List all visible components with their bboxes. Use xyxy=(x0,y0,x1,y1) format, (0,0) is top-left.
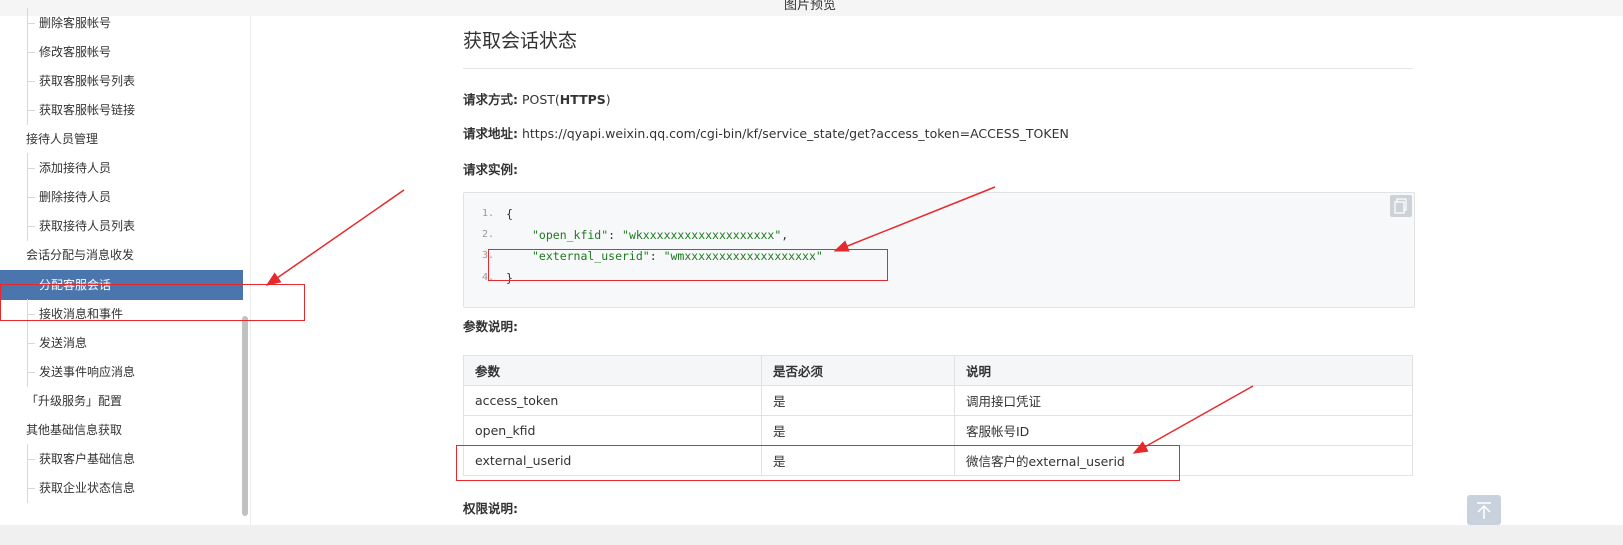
code-line-number: 1. xyxy=(482,208,495,219)
bottom-bar xyxy=(0,525,1623,545)
code-end: , xyxy=(781,228,789,242)
params-label-text: 参数说明: xyxy=(463,319,518,334)
sidebar-group-upgrade-service[interactable]: 「升级服务」配置 xyxy=(26,386,122,416)
request-method-close: ) xyxy=(605,92,611,107)
table-row: external_userid 是 微信客户的external_userid xyxy=(463,445,1413,476)
sidebar-item-list-kf-accounts[interactable]: 获取客服帐号列表 xyxy=(26,66,135,96)
sidebar-group-session-messaging[interactable]: 会话分配与消息收发 xyxy=(26,240,134,270)
request-method-https: HTTPS xyxy=(559,92,606,107)
table-cell: 是 xyxy=(761,385,955,416)
code-line-number: 2. xyxy=(482,229,495,240)
window-titlebar: 图片预览 xyxy=(0,0,1623,16)
sidebar-group-servicer-mgmt[interactable]: 接待人员管理 xyxy=(26,124,98,154)
table-row: access_token 是 调用接口凭证 xyxy=(463,385,1413,416)
params-label: 参数说明: xyxy=(463,316,518,335)
table-row: open_kfid 是 客服帐号ID xyxy=(463,415,1413,446)
table-header: 是否必须 xyxy=(761,355,955,386)
request-method: 请求方式: POST(HTTPS) xyxy=(463,89,611,108)
sidebar-item-update-kf-account[interactable]: 修改客服帐号 xyxy=(26,37,111,67)
code-block: 1. { 2. "open_kfid": "wkxxxxxxxxxxxxxxxx… xyxy=(463,192,1415,308)
request-example-label-text: 请求实例: xyxy=(463,162,518,177)
code-value: "wkxxxxxxxxxxxxxxxxxxx" xyxy=(622,228,782,242)
sidebar-item-corp-status[interactable]: 获取企业状态信息 xyxy=(26,473,135,503)
sidebar-scrollbar[interactable] xyxy=(242,316,248,516)
code-line: "external_userid": "wmxxxxxxxxxxxxxxxxxx… xyxy=(532,249,823,263)
code-line: "open_kfid": "wkxxxxxxxxxxxxxxxxxxx", xyxy=(532,228,788,242)
copy-icon[interactable] xyxy=(1390,195,1412,217)
table-cell: 客服帐号ID xyxy=(954,415,1413,446)
permission-label-text: 权限说明: xyxy=(463,501,518,516)
code-line: { xyxy=(506,207,513,221)
arrow-up-icon[interactable] xyxy=(1467,495,1501,525)
sidebar-item-send-event-response[interactable]: 发送事件响应消息 xyxy=(26,357,135,387)
annotation-arrow xyxy=(265,189,405,286)
request-method-label: 请求方式: xyxy=(463,92,518,107)
request-example-label: 请求实例: xyxy=(463,159,518,178)
sidebar-item-send-message[interactable]: 发送消息 xyxy=(26,328,87,358)
request-url-label: 请求地址: xyxy=(463,126,518,141)
sidebar-item-delete-kf-account[interactable]: 删除客服帐号 xyxy=(26,8,111,38)
sidebar-item-add-servicer[interactable]: 添加接待人员 xyxy=(26,153,111,183)
table-cell: external_userid xyxy=(463,445,762,476)
code-line-number: 3. xyxy=(482,250,495,261)
params-table: 参数 是否必须 说明 access_token 是 调用接口凭证 open_kf… xyxy=(463,355,1413,476)
code-key: "external_userid" xyxy=(532,249,650,263)
table-header: 说明 xyxy=(954,355,1413,386)
request-url-value: https://qyapi.weixin.qq.com/cgi-bin/kf/s… xyxy=(518,126,1069,141)
table-cell: 是 xyxy=(761,445,955,476)
sidebar-nav: 删除客服帐号 修改客服帐号 获取客服帐号列表 获取客服帐号链接 接待人员管理 添… xyxy=(0,8,251,525)
page-title: 获取会话状态 xyxy=(463,30,578,52)
table-cell: access_token xyxy=(463,385,762,416)
request-url: 请求地址: https://qyapi.weixin.qq.com/cgi-bi… xyxy=(463,123,1069,142)
table-header: 参数 xyxy=(463,355,762,386)
title-divider xyxy=(463,68,1413,69)
sidebar-group-basic-info[interactable]: 其他基础信息获取 xyxy=(26,415,122,445)
sidebar-item-assign-session[interactable]: 分配客服会话 xyxy=(0,270,243,300)
sidebar-item-receive-messages[interactable]: 接收消息和事件 xyxy=(26,299,123,329)
code-key: "open_kfid" xyxy=(532,228,609,242)
table-cell: 是 xyxy=(761,415,955,446)
code-line-number: 4. xyxy=(482,272,495,283)
minimize-icon[interactable] xyxy=(1593,0,1609,8)
code-sep: : xyxy=(649,249,664,263)
table-cell: open_kfid xyxy=(463,415,762,446)
request-method-value: POST( xyxy=(518,92,560,107)
code-value: "wmxxxxxxxxxxxxxxxxxxx" xyxy=(663,249,823,263)
code-line: } xyxy=(506,271,513,285)
sidebar-item-customer-info[interactable]: 获取客户基础信息 xyxy=(26,444,135,474)
table-header-row: 参数 是否必须 说明 xyxy=(463,355,1413,386)
sidebar-item-list-servicers[interactable]: 获取接待人员列表 xyxy=(26,211,135,241)
sidebar-item-get-kf-link[interactable]: 获取客服帐号链接 xyxy=(26,95,135,125)
code-sep: : xyxy=(608,228,623,242)
window-title: 图片预览 xyxy=(784,0,837,13)
table-cell: 调用接口凭证 xyxy=(954,385,1413,416)
table-cell: 微信客户的external_userid xyxy=(954,445,1413,476)
sidebar-item-delete-servicer[interactable]: 删除接待人员 xyxy=(26,182,111,212)
permission-label: 权限说明: xyxy=(463,498,518,517)
